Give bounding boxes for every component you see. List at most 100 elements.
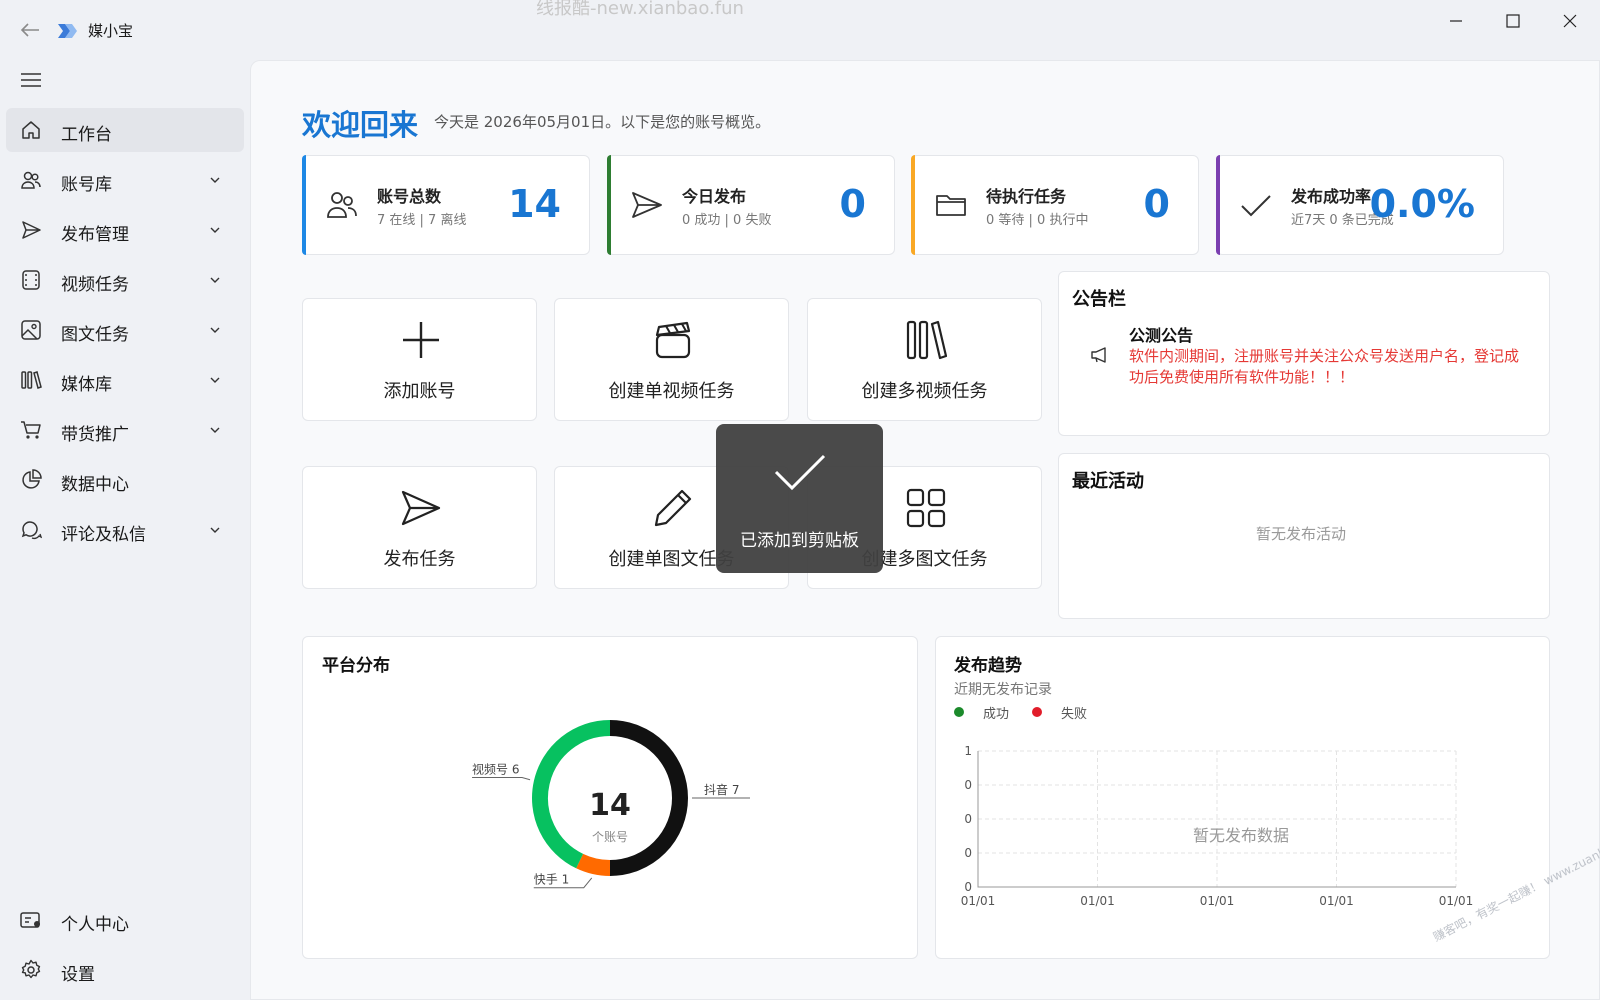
sidebar-item-label: 视频任务 bbox=[61, 275, 129, 295]
minimize-icon bbox=[1450, 20, 1462, 22]
users-icon bbox=[21, 171, 41, 189]
donut-center-label: 个账号 bbox=[591, 830, 628, 844]
back-button[interactable] bbox=[16, 16, 44, 44]
create-single-video-task-button[interactable]: 创建单视频任务 bbox=[554, 298, 789, 421]
folder-icon bbox=[936, 195, 966, 216]
sidebar-item-data-center[interactable]: 数据中心 bbox=[6, 458, 244, 502]
sidebar-item-publish[interactable]: 发布管理 bbox=[6, 208, 244, 252]
publish-task-button[interactable]: 发布任务 bbox=[302, 466, 537, 589]
sidebar-item-label: 发布管理 bbox=[61, 225, 129, 245]
y-tick-label: 0 bbox=[964, 812, 972, 826]
stat-value: 14 bbox=[508, 182, 561, 226]
minimize-button[interactable] bbox=[1433, 6, 1479, 36]
sidebar-item-workbench[interactable]: 工作台 bbox=[6, 108, 244, 152]
pencil-icon bbox=[654, 489, 692, 527]
trend-grid bbox=[977, 750, 1457, 888]
donut-center-value: 14 bbox=[589, 788, 631, 823]
x-tick-label: 01/01 bbox=[1439, 894, 1474, 908]
card-accent bbox=[911, 155, 915, 255]
chevron-down-icon bbox=[210, 427, 220, 433]
y-tick-label: 0 bbox=[964, 880, 972, 894]
sidebar-item-promotion[interactable]: 带货推广 bbox=[6, 408, 244, 452]
users-icon bbox=[327, 192, 357, 218]
sidebar-item-label: 账号库 bbox=[61, 175, 112, 195]
arrow-left-icon bbox=[20, 23, 39, 37]
sidebar-item-image-tasks[interactable]: 图文任务 bbox=[6, 308, 244, 352]
donut-label-1: 快手 1 bbox=[534, 873, 569, 887]
chevron-down-icon bbox=[210, 327, 220, 333]
close-icon bbox=[1563, 14, 1577, 28]
create-multi-video-task-button[interactable]: 创建多视频任务 bbox=[807, 298, 1042, 421]
profile-icon bbox=[20, 912, 40, 928]
sidebar-item-media-library[interactable]: 媒体库 bbox=[6, 358, 244, 402]
stat-title: 今日发布 bbox=[682, 187, 747, 206]
hamburger-icon bbox=[21, 73, 41, 87]
pie-chart-icon bbox=[22, 469, 42, 489]
clipboard-toast: 已添加到剪贴板 bbox=[716, 424, 883, 573]
stat-card-pending-tasks[interactable]: 待执行任务 0 等待 | 0 执行中 0 bbox=[911, 155, 1199, 255]
x-tick-label: 01/01 bbox=[1080, 894, 1115, 908]
y-tick-label: 1 bbox=[964, 745, 972, 758]
app-logo bbox=[56, 19, 80, 43]
x-tick-label: 01/01 bbox=[961, 894, 996, 908]
send-icon bbox=[401, 490, 441, 526]
stat-card-accounts[interactable]: 账号总数 7 在线 | 7 离线 14 bbox=[302, 155, 590, 255]
stat-value: 0 bbox=[1143, 182, 1170, 226]
image-icon bbox=[21, 320, 41, 340]
card-accent bbox=[302, 155, 306, 255]
sidebar-item-profile[interactable]: 个人中心 bbox=[6, 898, 244, 942]
clapper-icon bbox=[655, 321, 691, 359]
donut-label-2: 视频号 6 bbox=[472, 762, 519, 777]
send-icon bbox=[22, 221, 41, 239]
empty-activity-text: 暂无发布活动 bbox=[1256, 525, 1347, 543]
add-account-button[interactable]: 添加账号 bbox=[302, 298, 537, 421]
action-label: 创建单视频任务 bbox=[608, 381, 735, 402]
donut-label-0: 抖音 7 bbox=[704, 782, 739, 797]
sidebar-item-video-tasks[interactable]: 视频任务 bbox=[6, 258, 244, 302]
notice-heading: 公测公告 bbox=[1129, 326, 1194, 345]
stat-title: 账号总数 bbox=[377, 187, 442, 206]
x-tick-label: 01/01 bbox=[1319, 894, 1354, 908]
publish-trend-subtitle: 近期无发布记录 bbox=[954, 682, 1052, 698]
stat-card-today-publish[interactable]: 今日发布 0 成功 | 0 失败 0 bbox=[607, 155, 895, 255]
sidebar-item-accounts[interactable]: 账号库 bbox=[6, 158, 244, 202]
film-icon bbox=[22, 270, 40, 290]
chevron-down-icon bbox=[210, 227, 220, 233]
donut-slice-1 bbox=[576, 853, 611, 876]
send-icon bbox=[632, 192, 662, 218]
legend-success-dot bbox=[954, 707, 964, 717]
stat-value: 0 bbox=[839, 182, 866, 226]
legend-fail-label: 失败 bbox=[1061, 707, 1088, 722]
stat-subtitle: 7 在线 | 7 离线 bbox=[377, 213, 467, 228]
stat-card-success-rate[interactable]: 发布成功率 近7天 0 条已完成 0.0% bbox=[1216, 155, 1504, 255]
chevron-down-icon bbox=[210, 177, 220, 183]
x-tick-label: 01/01 bbox=[1200, 894, 1235, 908]
maximize-button[interactable] bbox=[1490, 6, 1536, 36]
menu-toggle-button[interactable] bbox=[18, 68, 44, 92]
page-subtitle: 今天是 2026年05月01日。以下是您的账号概览。 bbox=[434, 113, 771, 131]
check-icon bbox=[1241, 195, 1271, 217]
page-title: 欢迎回来 bbox=[302, 108, 419, 142]
donut-leader-line-2 bbox=[472, 777, 531, 781]
stat-title: 待执行任务 bbox=[986, 187, 1067, 206]
notice-body: 软件内测期间，注册账号并关注公众号发送用户名，登记成功后免费使用所有软件功能！！… bbox=[1129, 347, 1520, 386]
legend-fail-dot bbox=[1032, 707, 1042, 717]
sidebar-item-settings[interactable]: 设置 bbox=[6, 948, 244, 992]
sidebar-item-label: 设置 bbox=[61, 965, 95, 985]
library-icon bbox=[906, 320, 947, 360]
sidebar-item-label: 数据中心 bbox=[61, 475, 129, 495]
sidebar-item-label: 带货推广 bbox=[61, 425, 129, 445]
sidebar-item-comments[interactable]: 评论及私信 bbox=[6, 508, 244, 552]
empty-trend-text: 暂无发布数据 bbox=[1193, 826, 1290, 845]
action-label: 创建多视频任务 bbox=[861, 381, 988, 402]
comment-icon bbox=[21, 521, 42, 540]
chevron-down-icon bbox=[210, 527, 220, 533]
sidebar-item-label: 个人中心 bbox=[61, 915, 129, 935]
action-label: 发布任务 bbox=[383, 549, 456, 570]
maximize-icon bbox=[1506, 14, 1520, 28]
y-tick-label: 0 bbox=[964, 846, 972, 860]
home-icon bbox=[22, 121, 40, 139]
plus-icon bbox=[403, 322, 439, 358]
close-button[interactable] bbox=[1547, 6, 1593, 36]
chevron-down-icon bbox=[210, 277, 220, 283]
